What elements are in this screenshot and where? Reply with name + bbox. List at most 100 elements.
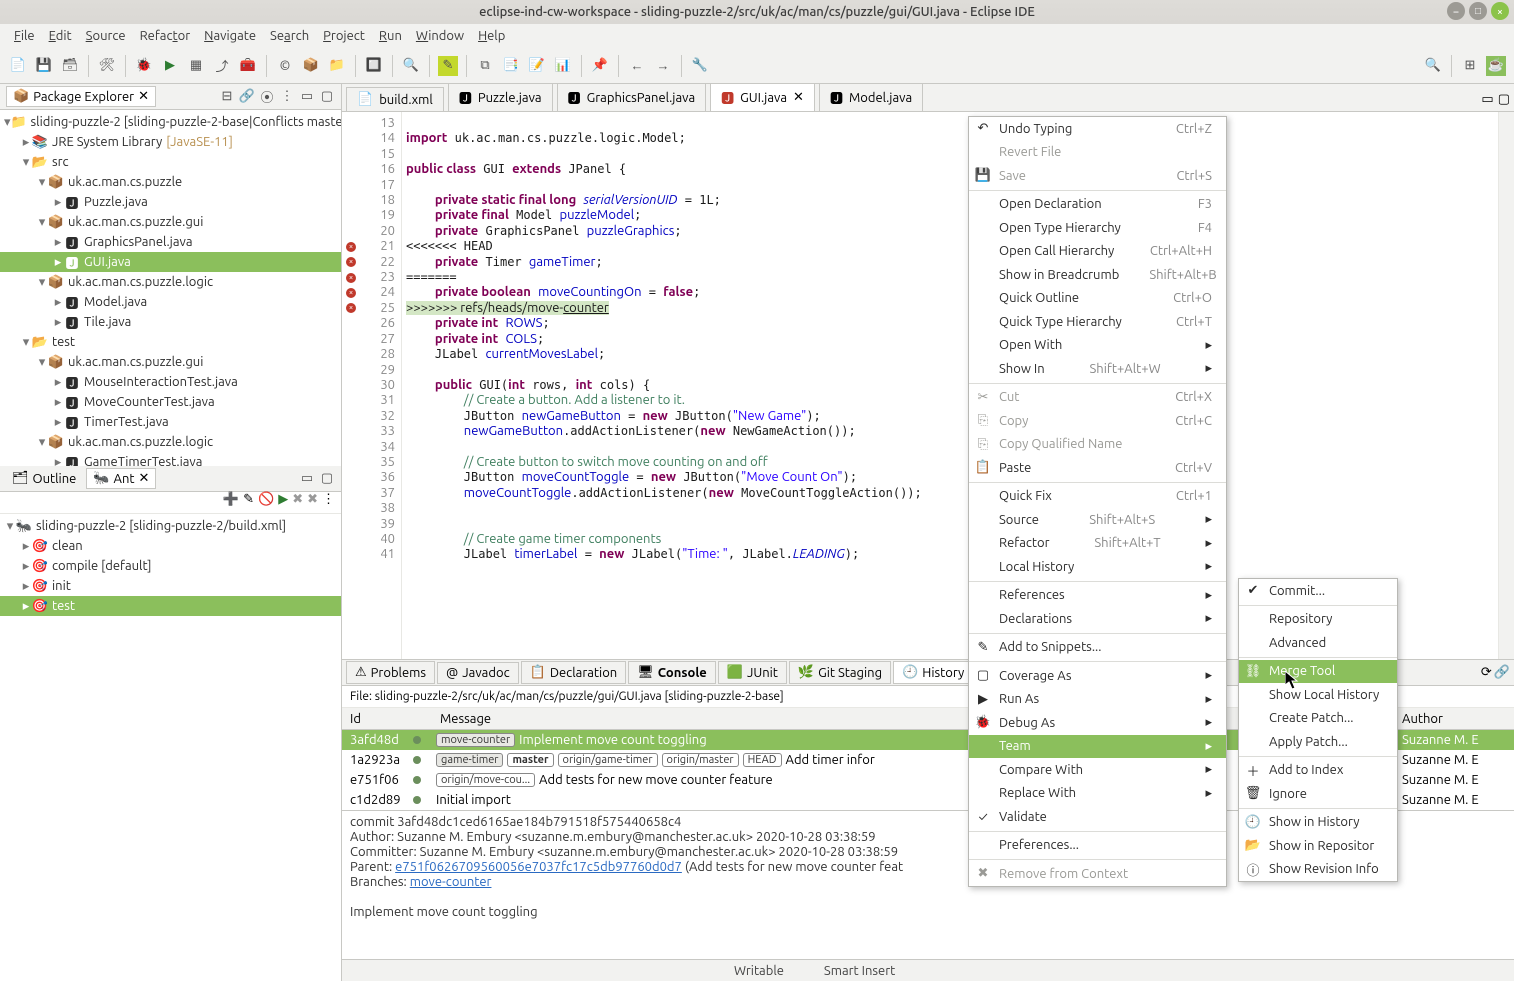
menu-item[interactable]: 🕘Show in History [1239,811,1397,835]
editor-tab-build[interactable]: 📄build.xml [346,87,444,111]
tab-gitstaging[interactable]: 🌿Git Staging [789,661,891,684]
view-menu-icon[interactable]: ⋮ [322,492,335,513]
menu-item[interactable]: Quick FixCtrl+1 [969,485,1226,509]
close-icon[interactable]: ✕ [138,89,149,104]
menu-item[interactable]: Declarations▸ [969,607,1226,631]
menu-item[interactable]: ⓘShow Revision Info [1239,858,1397,882]
open-type-icon[interactable]: 🔲 [364,56,384,76]
pin-icon[interactable]: 📌 [590,56,610,76]
editor-tab-gp[interactable]: 🅹GraphicsPanel.java [557,83,707,111]
close-icon[interactable]: ✕ [793,90,804,105]
coverage-icon[interactable]: ▦ [186,56,206,76]
ant-target-clean[interactable]: ▸🎯clean [0,536,341,556]
tree-file-gui-selected[interactable]: ▸🅹GUI.java [0,252,341,272]
ext-tools-icon[interactable]: 🧰 [238,56,258,76]
menu-item[interactable]: Open With▸ [969,334,1226,358]
menu-item[interactable]: ✓Validate [969,805,1226,829]
tree-src[interactable]: ▾📂src [0,152,341,172]
menu-item[interactable]: ✎Add to Snippets... [969,636,1226,660]
menu-item[interactable]: Local History▸ [969,555,1226,579]
tools-icon[interactable]: 🛠 [97,56,117,76]
perspective-open-icon[interactable]: ⊞ [1460,56,1480,76]
save-all-icon[interactable]: 🗃 [60,56,80,76]
menu-item[interactable]: Quick OutlineCtrl+O [969,287,1226,311]
menu-item[interactable]: ▶Run As▸ [969,688,1226,712]
tree-pkg-puzzle[interactable]: ▾📦uk.ac.man.cs.puzzle [0,172,341,192]
tree-project[interactable]: ▾📁sliding-puzzle-2 [sliding-puzzle-2-bas… [0,112,341,132]
focus-icon[interactable]: ⦿ [259,89,275,105]
remove-icon[interactable]: ✖ [292,492,303,513]
tree-file-gt[interactable]: ▸🅹GameTimerTest.java [0,452,341,466]
menu-item[interactable]: 🗑Ignore [1239,782,1397,806]
menu-navigate[interactable]: Navigate [204,29,256,43]
team-submenu[interactable]: ✔Commit...RepositoryAdvanced⛓Merge ToolS… [1238,578,1398,882]
menu-item[interactable]: Show InShift+Alt+W▸ [969,357,1226,381]
menu-item[interactable]: ⛓Merge Tool [1239,660,1397,684]
maximize-icon[interactable]: ▢ [319,471,335,487]
col-id[interactable]: Id [342,712,402,726]
tree-jre[interactable]: ▸📚JRE System Library [JavaSE-11] [0,132,341,152]
tab-problems[interactable]: ⚠Problems [346,661,435,684]
menu-item[interactable]: Preferences... [969,834,1226,858]
minimize-icon[interactable]: ▭ [299,471,315,487]
error-marker-icon[interactable]: × [346,273,356,283]
editor-tab-puzzle[interactable]: 🅹Puzzle.java [448,83,553,111]
link-editor-icon[interactable]: 🔗 [239,89,255,105]
maximize-icon[interactable]: ▢ [319,89,335,105]
col-author[interactable]: Author [1394,712,1514,726]
tree-file-timer[interactable]: ▸🅹TimerTest.java [0,412,341,432]
editor-context-menu[interactable]: ↶Undo TypingCtrl+ZRevert File💾SaveCtrl+S… [968,116,1227,887]
tree-file-move[interactable]: ▸🅹MoveCounterTest.java [0,392,341,412]
branch-link[interactable]: move-counter [410,875,492,889]
menu-item[interactable]: Open Type HierarchyF4 [969,216,1226,240]
new-class-icon[interactable]: © [275,56,295,76]
menu-project[interactable]: Project [323,29,365,43]
tab-javadoc[interactable]: @Javadoc [437,662,519,684]
editor-tab-gui[interactable]: 🅹GUI.java ✕ [710,83,815,111]
menu-help[interactable]: Help [478,29,505,43]
window-close-button[interactable]: × [1491,2,1509,20]
menu-item[interactable]: 🐞Debug As▸ [969,711,1226,735]
editor-tab-model[interactable]: 🅹Model.java [819,83,923,111]
window-maximize-button[interactable]: □ [1469,2,1487,20]
add-icon[interactable]: ➕ [223,492,239,513]
menu-source[interactable]: Source [86,29,126,43]
pencil-icon[interactable]: ✎ [243,492,254,513]
close-icon[interactable]: ✕ [138,471,149,486]
tab-declaration[interactable]: 📋Declaration [521,661,627,684]
ant-target-compile[interactable]: ▸🎯compile [default] [0,556,341,576]
menu-item[interactable]: Open DeclarationF3 [969,193,1226,217]
menu-refactor[interactable]: Refactor [140,29,191,43]
filter-icon[interactable]: 🔗 [1494,665,1510,680]
package-explorer-tree[interactable]: ▾📁sliding-puzzle-2 [sliding-puzzle-2-bas… [0,110,341,466]
tab-junit[interactable]: 🟩JUnit [718,661,787,684]
menu-item[interactable]: Create Patch... [1239,707,1397,731]
outline-tab[interactable]: Outline [33,472,77,486]
forward-icon[interactable]: → [653,56,673,76]
menu-item[interactable]: ＋Add to Index [1239,759,1397,783]
menu-item[interactable]: SourceShift+Alt+S▸ [969,508,1226,532]
editor-content[interactable]: import uk.ac.man.cs.puzzle.logic.Model; … [402,112,1498,659]
menu-item[interactable]: Compare With▸ [969,758,1226,782]
minimize-icon[interactable]: ▭ [299,89,315,105]
menu-item[interactable]: RefactorShift+Alt+T▸ [969,532,1226,556]
perspective-java-icon[interactable]: ☕ [1486,56,1506,76]
tree-file-puzzle[interactable]: ▸🅹Puzzle.java [0,192,341,212]
menu-item[interactable]: References▸ [969,584,1226,608]
tree-file-model[interactable]: ▸🅹Model.java [0,292,341,312]
stats-icon[interactable]: 📊 [553,56,573,76]
annotate-icon[interactable]: ⧉ [475,56,495,76]
toggle-bp-icon[interactable]: 📑 [501,56,521,76]
back-icon[interactable]: ← [627,56,647,76]
run-last-icon[interactable]: ⤴ [212,56,232,76]
tree-tpkg-gui[interactable]: ▾📦uk.ac.man.cs.puzzle.gui [0,352,341,372]
menu-search[interactable]: Search [270,29,309,43]
error-marker-icon[interactable]: × [346,288,356,298]
menu-item[interactable]: Show Local History [1239,683,1397,707]
menu-item[interactable]: Show in BreadcrumbShift+Alt+B [969,263,1226,287]
menu-item[interactable]: Open Call HierarchyCtrl+Alt+H [969,240,1226,264]
menu-item[interactable]: Advanced [1239,631,1397,655]
hide-icon[interactable]: 🚫 [258,492,274,513]
menu-item[interactable]: ▢Coverage As▸ [969,664,1226,688]
refresh-icon[interactable]: ⟳ [1481,665,1492,680]
